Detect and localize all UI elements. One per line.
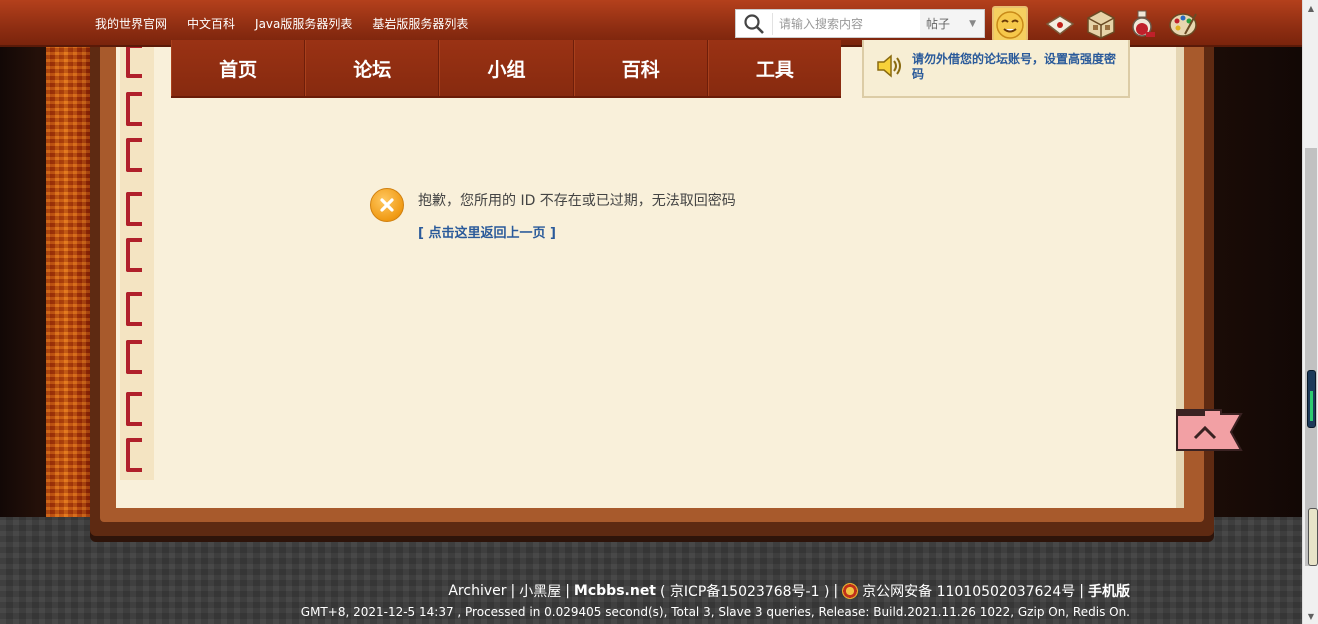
binding-ring: [126, 438, 142, 472]
tab-forum[interactable]: 论坛: [305, 40, 440, 96]
message-text: 抱歉，您所用的 ID 不存在或已过期，无法取回密码: [418, 193, 736, 209]
tab-wiki[interactable]: 百科: [573, 40, 708, 96]
footer-separator: |: [510, 583, 516, 599]
link-bedrock-servers[interactable]: 基岩版服务器列表: [372, 15, 468, 32]
footer-archiver-link[interactable]: Archiver: [448, 583, 506, 599]
security-notice: 请勿外借您的论坛账号，设置高强度密码: [862, 40, 1130, 98]
top-links: 我的世界官网 中文百科 Java版服务器列表 基岩版服务器列表: [95, 15, 468, 32]
main-nav: 首页 论坛 小组 百科 工具: [171, 40, 842, 98]
crafting-table-icon[interactable]: [1085, 8, 1117, 40]
message-body: 抱歉，您所用的 ID 不存在或已过期，无法取回密码 [ 点击这里返回上一页 ]: [418, 188, 736, 241]
footer-site-link[interactable]: Mcbbs.net: [574, 583, 656, 599]
link-java-servers[interactable]: Java版服务器列表: [255, 15, 352, 32]
envelope-icon[interactable]: [1044, 8, 1076, 40]
content-page: [116, 40, 1184, 508]
palette-icon[interactable]: [1167, 8, 1199, 40]
back-link[interactable]: [ 点击这里返回上一页 ]: [418, 222, 736, 241]
notice-link[interactable]: 请勿外借您的论坛账号，设置高强度密码: [912, 52, 1118, 82]
search-input[interactable]: [772, 12, 920, 35]
scroll-down-arrow[interactable]: ▼: [1303, 608, 1318, 624]
search-type-select[interactable]: 帖子 ▼: [920, 10, 984, 37]
footer-separator: |: [1079, 583, 1084, 599]
footer-separator: |: [833, 583, 839, 599]
binding-ring: [126, 44, 142, 78]
search-type-label: 帖子: [926, 17, 951, 31]
back-to-top-icon: [1176, 409, 1243, 451]
tab-home[interactable]: 首页: [171, 40, 306, 96]
back-to-top-button[interactable]: [1175, 404, 1243, 454]
binding-ring: [126, 340, 142, 374]
footer-stats: GMT+8, 2021-12-5 14:37 , Processed in 0.…: [300, 605, 1130, 619]
binding-ring: [126, 392, 142, 426]
side-widget-meter[interactable]: [1307, 370, 1316, 428]
footer-mobile-link[interactable]: 手机版: [1088, 581, 1130, 601]
link-minecraft-official[interactable]: 我的世界官网: [95, 15, 167, 32]
link-chinese-wiki[interactable]: 中文百科: [187, 15, 235, 32]
footer-xiaoheiwu-link[interactable]: 小黑屋: [519, 581, 561, 601]
footer-separator: |: [565, 583, 570, 599]
tab-tools[interactable]: 工具: [707, 40, 842, 96]
footer-police-link[interactable]: 京公网安备 11010502037624号: [862, 581, 1075, 601]
lava-column: [46, 47, 91, 517]
avatar[interactable]: [992, 6, 1028, 42]
error-message: 抱歉，您所用的 ID 不存在或已过期，无法取回密码 [ 点击这里返回上一页 ]: [370, 188, 736, 241]
search-icon[interactable]: [736, 10, 772, 37]
potion-icon[interactable]: [1126, 8, 1158, 40]
binding-ring: [126, 192, 142, 226]
binding-ring: [126, 238, 142, 272]
search-box: 帖子 ▼: [735, 9, 985, 38]
binding-ring: [126, 138, 142, 172]
footer-links: Archiver | 小黑屋 | Mcbbs.net ( 京ICP备150237…: [448, 581, 1130, 601]
speaker-icon: [876, 52, 902, 84]
binding-ring: [126, 292, 142, 326]
binding-ring: [126, 92, 142, 126]
police-badge-icon: [842, 583, 859, 599]
footer-icp-link[interactable]: ( 京ICP备15023768号-1 ): [660, 581, 829, 601]
tab-groups[interactable]: 小组: [439, 40, 574, 96]
chevron-down-icon: ▼: [969, 18, 976, 29]
side-widget-panel[interactable]: [1308, 508, 1318, 566]
scroll-up-arrow[interactable]: ▲: [1303, 0, 1318, 16]
scroll-thumb[interactable]: [1305, 148, 1317, 566]
error-icon: [370, 188, 404, 222]
